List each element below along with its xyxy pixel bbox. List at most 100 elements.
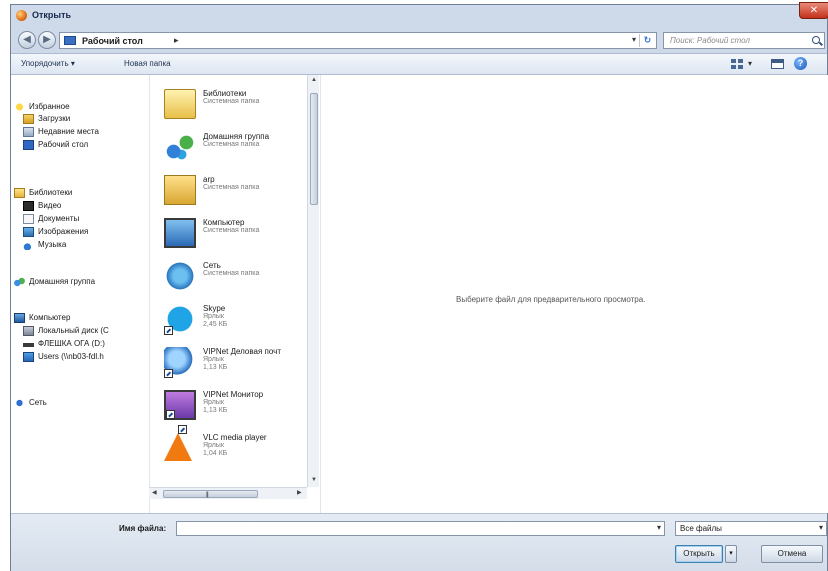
file-name: VLC media player <box>203 433 267 442</box>
open-button[interactable]: Открыть <box>675 545 723 563</box>
file-item[interactable]: arp Системная папка <box>160 171 295 211</box>
file-name: Библиотеки <box>203 89 247 98</box>
filetype-select[interactable]: Все файлы ▾ <box>675 521 827 536</box>
scroll-up-arrow[interactable]: ▲ <box>310 77 318 83</box>
preview-message: Выберите файл для предварительного просм… <box>456 295 646 304</box>
toolbar: Упорядочить ▾ Новая папка ▾ ? <box>11 53 827 75</box>
dialog-footer: Имя файла: ▾ Все файлы ▾ Открыть ▾ Отмен… <box>11 513 827 571</box>
file-item[interactable]: Домашняя группа Системная папка <box>160 128 295 168</box>
chevron-down-icon[interactable]: ▾ <box>657 523 661 532</box>
sidebar-item-label: Users (\\nb03-fdl.h <box>38 352 104 361</box>
downloads-icon <box>23 114 34 124</box>
horizontal-scrollbar[interactable]: ◀ ||| ▶ <box>149 487 307 499</box>
file-type: Системная папка <box>203 98 260 105</box>
search-placeholder: Поиск: Рабочий стол <box>670 36 750 45</box>
computer-icon <box>164 218 196 248</box>
recent-places-icon <box>23 127 34 137</box>
scroll-left-arrow[interactable]: ◀ <box>152 489 157 496</box>
sidebar-item-label: Рабочий стол <box>38 140 89 149</box>
libraries-icon <box>14 188 25 198</box>
breadcrumb-separator[interactable]: ▸ <box>174 35 179 46</box>
view-options-icon[interactable] <box>731 59 743 69</box>
refresh-button[interactable]: ↻ <box>639 34 655 47</box>
shortcut-arrow-icon <box>164 369 173 378</box>
computer-icon <box>14 313 25 323</box>
vertical-scrollbar[interactable]: ▲ ▼ <box>307 75 319 487</box>
star-icon <box>14 102 25 112</box>
chevron-down-icon[interactable]: ▾ <box>632 35 636 44</box>
file-name: VIPNet Монитор <box>203 390 264 399</box>
horizontal-scroll-thumb[interactable]: ||| <box>163 490 258 498</box>
file-name: Skype <box>203 304 226 313</box>
dialog-body: Избранное Загрузки Недавние места Рабочий с… <box>11 75 828 513</box>
address-bar[interactable]: Рабочий стол ▸ ▾ ↻ <box>59 32 657 49</box>
breadcrumb-desktop[interactable]: Рабочий стол <box>82 36 143 46</box>
close-button[interactable]: ✕ <box>799 2 828 19</box>
search-icon[interactable] <box>812 36 820 44</box>
help-icon[interactable]: ? <box>794 57 807 70</box>
user-folder-icon <box>164 175 196 205</box>
chevron-down-icon[interactable]: ▾ <box>748 59 752 68</box>
file-type: Системная папка <box>203 270 260 277</box>
filename-label: Имя файла: <box>119 524 167 533</box>
navigation-pane: Избранное Загрузки Недавние места Рабочий с… <box>11 75 149 513</box>
file-list: Библиотеки Системная папка Домашняя группа… <box>149 75 307 513</box>
preview-pane: Выберите файл для предварительного просм… <box>320 75 828 513</box>
file-name: arp <box>203 175 215 184</box>
sidebar-item-label: Библиотеки <box>29 188 73 197</box>
file-item[interactable]: Библиотеки Системная папка <box>160 85 295 125</box>
organize-button[interactable]: Упорядочить ▾ <box>21 59 75 68</box>
file-item[interactable]: Skype Ярлык 2,45 КБ <box>160 300 295 340</box>
vertical-scroll-thumb[interactable] <box>310 93 318 205</box>
music-icon <box>23 240 34 250</box>
file-name: Сеть <box>203 261 221 270</box>
file-size: 2,45 КБ <box>203 321 228 328</box>
file-type: Ярлык <box>203 356 224 363</box>
file-type: Системная папка <box>203 141 260 148</box>
sidebar-item-label: Недавние места <box>38 127 99 136</box>
open-file-dialog: Открыть ✕ ◀ ▶ Рабочий стол ▸ ▾ ↻ Поиск: … <box>10 2 828 571</box>
file-size: 1,13 КБ <box>203 364 228 371</box>
preview-pane-icon[interactable] <box>771 59 784 69</box>
address-row: ◀ ▶ Рабочий стол ▸ ▾ ↻ Поиск: Рабочий ст… <box>11 27 827 53</box>
documents-icon <box>23 214 34 224</box>
vipnet-monitor-icon <box>164 390 196 420</box>
file-item[interactable]: Компьютер Системная папка <box>160 214 295 254</box>
shortcut-arrow-icon <box>178 425 187 434</box>
chevron-down-icon[interactable]: ▾ <box>819 523 823 532</box>
file-item[interactable]: Сеть Системная папка <box>160 257 295 297</box>
video-icon <box>23 201 34 211</box>
file-name: Домашняя группа <box>203 132 270 141</box>
pictures-icon <box>23 227 34 237</box>
network-icon <box>14 398 25 408</box>
shortcut-arrow-icon <box>164 326 173 335</box>
cancel-button[interactable]: Отмена <box>761 545 823 563</box>
scroll-right-arrow[interactable]: ▶ <box>297 489 302 496</box>
network-drive-icon <box>23 352 34 362</box>
sidebar-item-label: Изображения <box>38 227 89 236</box>
back-button[interactable]: ◀ <box>18 31 36 49</box>
new-folder-button[interactable]: Новая папка <box>124 59 171 68</box>
forward-button[interactable]: ▶ <box>38 31 56 49</box>
file-item[interactable]: VLC media player Ярлык 1,04 КБ <box>160 425 295 469</box>
scroll-down-arrow[interactable]: ▼ <box>310 477 318 483</box>
file-type: Ярлык <box>203 313 224 320</box>
file-name: VIPNet Деловая почт <box>203 347 281 356</box>
sidebar-item-label: Загрузки <box>38 114 71 123</box>
file-item[interactable]: VIPNet Деловая почт Ярлык 1,13 КБ <box>160 343 295 383</box>
filename-input[interactable]: ▾ <box>176 521 665 536</box>
open-options-button[interactable]: ▾ <box>725 545 737 563</box>
sidebar-item-label: Музыка <box>38 240 67 249</box>
sidebar-item-label: Избранное <box>29 102 70 111</box>
file-type: Системная папка <box>203 184 260 191</box>
title-bar[interactable]: Открыть ✕ <box>11 2 828 27</box>
search-input[interactable]: Поиск: Рабочий стол <box>663 32 825 49</box>
skype-icon <box>164 304 196 335</box>
file-type: Ярлык <box>203 442 224 449</box>
vlc-icon <box>164 425 192 461</box>
vipnet-mail-icon <box>164 347 196 378</box>
sidebar-item-label: Домашняя группа <box>29 277 96 286</box>
homegroup-icon <box>164 132 196 162</box>
file-item[interactable]: VIPNet Монитор Ярлык 1,13 КБ <box>160 386 295 426</box>
sidebar-item-label: Документы <box>38 214 80 223</box>
